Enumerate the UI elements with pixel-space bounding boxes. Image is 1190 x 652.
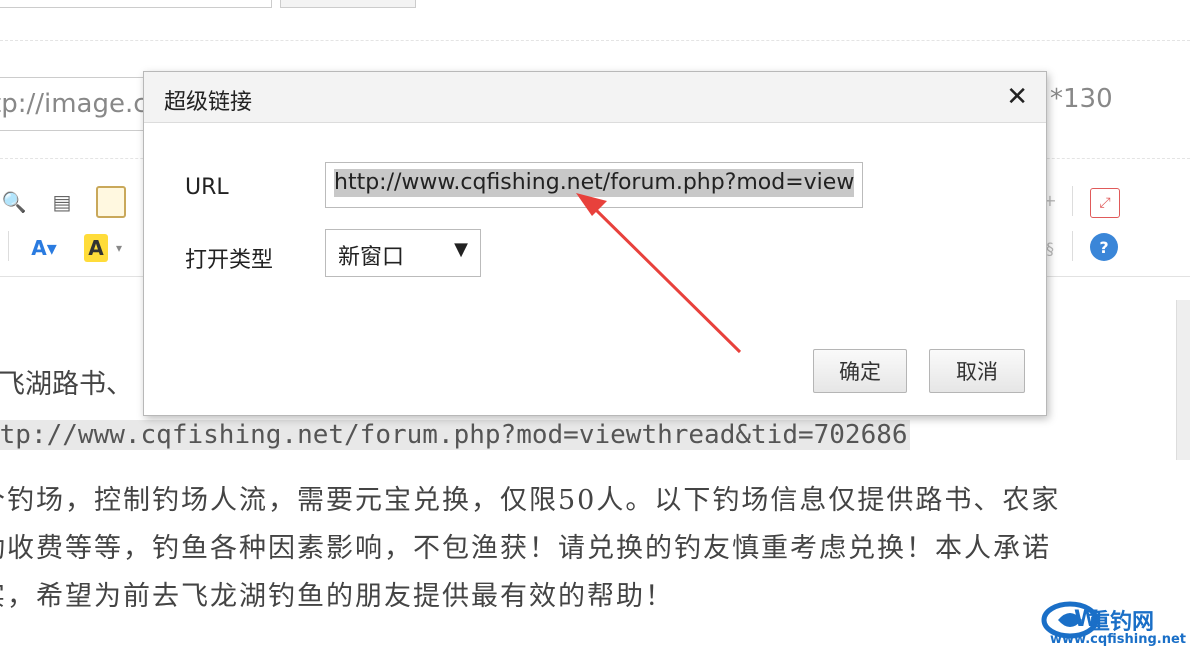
watermark-url: www.cqfishing.net — [1050, 632, 1187, 647]
top-button[interactable] — [280, 0, 416, 8]
editor-text-line: 飞湖路书、 — [0, 369, 133, 400]
url-input-value: http://www.cqfishing.net/forum.php?mod=v… — [334, 169, 855, 197]
close-icon[interactable]: ✕ — [1006, 82, 1028, 112]
help-icon[interactable]: ? — [1090, 233, 1118, 261]
top-input[interactable] — [0, 0, 272, 8]
hyperlink-dialog: 超级链接 ✕ URL http://www.cqfishing.net/foru… — [143, 71, 1047, 416]
paragraph-line: 实，希望为前去飞龙湖钓鱼的朋友提供最有效的帮助！ — [0, 581, 674, 612]
open-type-label: 打开类型 — [185, 248, 274, 273]
image-url-input[interactable]: tp://image.c — [0, 77, 157, 131]
toolbar-separator — [8, 231, 9, 261]
image-url-text: tp://image.c — [0, 89, 148, 119]
chevron-down-icon: ▼ — [454, 239, 468, 260]
font-color-icon[interactable]: A▾ — [30, 234, 58, 262]
url-input[interactable]: http://www.cqfishing.net/forum.php?mod=v… — [325, 162, 863, 208]
ok-button[interactable]: 确定 — [813, 349, 907, 393]
paragraph-line: 个钓场，控制钓场人流，需要元宝兑换，仅限50人。以下钓场信息仅提供路书、农家 — [0, 485, 1061, 516]
highlight-color-icon[interactable]: A — [84, 234, 108, 262]
print-icon[interactable]: ▤ — [48, 188, 76, 216]
size-hint: *130 — [1050, 84, 1113, 114]
preview-icon[interactable]: 🔍 — [0, 188, 28, 216]
open-type-value: 新窗口 — [338, 245, 405, 270]
template-icon[interactable] — [96, 186, 126, 218]
divider — [0, 40, 1190, 41]
dialog-header[interactable]: 超级链接 ✕ — [144, 72, 1046, 123]
toolbar-separator — [1072, 186, 1073, 216]
chevron-down-icon[interactable]: ▾ — [112, 234, 126, 262]
fullscreen-icon[interactable]: ⤢ — [1090, 188, 1120, 218]
paragraph-line: 动收费等等，钓鱼各种因素影响，不包渔获！请兑换的钓友慎重考虑兑换！本人承诺 — [0, 533, 1051, 564]
cancel-button[interactable]: 取消 — [929, 349, 1025, 393]
editor-link-text: ttp://www.cqfishing.net/forum.php?mod=vi… — [0, 420, 910, 450]
dialog-title: 超级链接 — [164, 90, 253, 115]
editor-scrollbar[interactable] — [1176, 300, 1190, 460]
url-label: URL — [185, 175, 229, 200]
toolbar-separator — [1072, 231, 1073, 261]
open-type-select[interactable]: 新窗口 ▼ — [325, 229, 481, 277]
